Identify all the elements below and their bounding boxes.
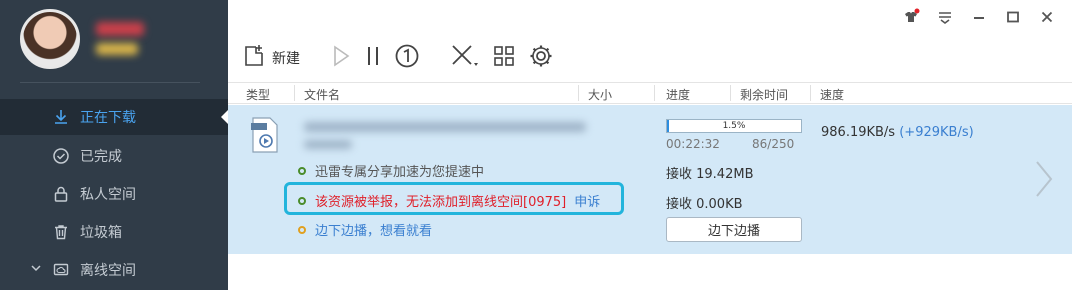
toolbar: 新建 [228, 38, 1072, 78]
sidebar-item-completed[interactable]: 已完成 [0, 138, 228, 174]
report-error-message: 该资源被举报，无法添加到离线空间[0975] 申诉 [298, 191, 600, 210]
new-task-button[interactable]: 新建 [242, 42, 300, 74]
elapsed-time: 00:22:32 [666, 137, 720, 151]
sidebar-item-label: 正在下载 [80, 110, 136, 126]
pieces-count: 86/250 [752, 137, 795, 151]
status-dot [298, 166, 306, 175]
maximize-icon[interactable] [1004, 8, 1022, 26]
menu-icon[interactable] [936, 8, 954, 26]
delete-button[interactable] [450, 42, 480, 74]
username-blurred [96, 22, 144, 36]
status-dot [298, 196, 306, 205]
speed-value: 986.19KB/s [821, 125, 896, 140]
chevron-down-icon[interactable] [30, 262, 42, 278]
close-icon[interactable] [1038, 8, 1056, 26]
video-file-icon [250, 117, 280, 153]
skin-icon[interactable] [902, 8, 920, 26]
download-icon [50, 106, 72, 128]
column-filename[interactable]: 文件名 [304, 86, 340, 103]
trash-icon [50, 221, 72, 243]
column-type[interactable]: 类型 [246, 86, 270, 103]
filename-blurred-line2 [304, 140, 352, 149]
appeal-link[interactable]: 申诉 [574, 191, 600, 210]
single-task-button[interactable] [394, 42, 420, 74]
chevron-right-icon[interactable] [1034, 159, 1054, 203]
gear-icon [528, 43, 554, 73]
column-size[interactable]: 大小 [588, 86, 612, 103]
sidebar: 正在下载 已完成 私人空间 垃圾箱 离线空间 [0, 0, 228, 290]
column-progress[interactable]: 进度 [666, 86, 690, 103]
grid-icon [492, 44, 516, 72]
pause-button[interactable] [364, 42, 382, 74]
play-while-download-button[interactable]: 边下边播 [666, 217, 802, 242]
column-header: 类型 文件名 大小 进度 剩余时间 速度 [228, 82, 1072, 104]
delete-x-icon [450, 43, 480, 73]
check-circle-icon [50, 145, 72, 167]
avatar[interactable] [20, 9, 80, 69]
sidebar-divider [20, 82, 200, 83]
column-speed[interactable]: 速度 [820, 86, 844, 103]
task-row[interactable]: 迅雷专属分享加速为您提速中 该资源被举报，无法添加到离线空间[0975] 申诉 … [228, 105, 1072, 254]
sidebar-item-downloading[interactable]: 正在下载 [0, 99, 228, 135]
progress-bar: 1.5% [666, 119, 802, 133]
play-while-download-message[interactable]: 边下边播，想看就看 [298, 220, 432, 239]
sidebar-item-trash[interactable]: 垃圾箱 [0, 214, 228, 250]
sidebar-item-label: 离线空间 [80, 263, 136, 279]
filename-blurred [304, 122, 586, 132]
pause-icon [364, 44, 382, 72]
new-file-icon [242, 44, 266, 72]
sidebar-item-offline[interactable]: 离线空间 [0, 252, 228, 288]
received-secondary: 接收 0.00KB [666, 197, 743, 212]
sidebar-item-label: 已完成 [80, 149, 122, 165]
manage-button[interactable] [492, 42, 516, 74]
speed-boost: (+929KB/s) [899, 125, 974, 140]
speedup-message: 迅雷专属分享加速为您提速中 [298, 161, 484, 180]
new-task-label: 新建 [272, 51, 300, 67]
lock-icon [50, 183, 72, 205]
settings-button[interactable] [528, 42, 554, 74]
play-icon [330, 44, 352, 72]
title-bar [228, 0, 1072, 36]
minimize-icon[interactable] [970, 8, 988, 26]
cloud-folder-icon [50, 259, 72, 281]
user-level-blurred [96, 43, 138, 55]
sidebar-item-label: 垃圾箱 [80, 225, 122, 241]
received-primary: 接收 19.42MB [666, 167, 754, 182]
one-circle-icon [394, 43, 420, 73]
progress-percent: 1.5% [722, 121, 746, 131]
start-button[interactable] [330, 42, 352, 74]
sidebar-item-private[interactable]: 私人空间 [0, 176, 228, 212]
sidebar-item-label: 私人空间 [80, 187, 136, 203]
column-remaining[interactable]: 剩余时间 [740, 86, 788, 103]
download-speed: 986.19KB/s (+929KB/s) [821, 125, 974, 140]
status-dot [298, 225, 306, 234]
